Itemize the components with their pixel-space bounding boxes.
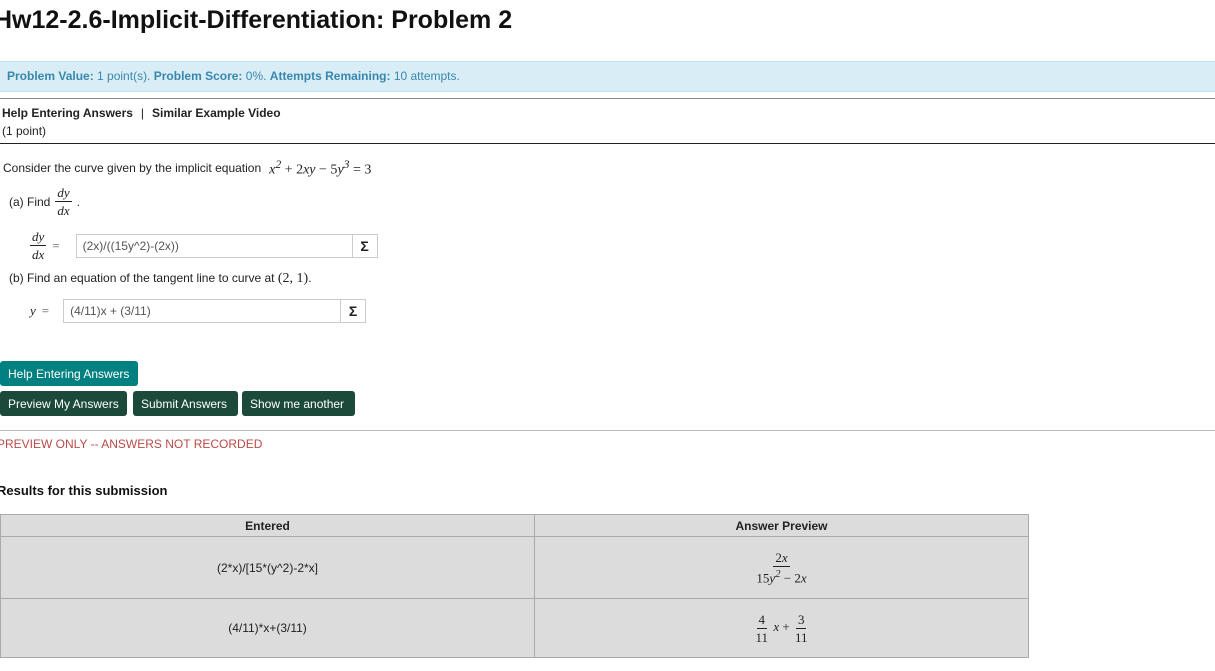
header-answer-preview: Answer Preview	[534, 514, 1029, 537]
submit-answers-button[interactable]: Submit Answers	[133, 391, 238, 416]
divider-problem	[0, 143, 1215, 144]
similar-example-video-link[interactable]: Similar Example Video	[152, 106, 281, 120]
part-a-prompt: (a) Find dy dx.	[9, 186, 80, 217]
header-entered: Entered	[0, 514, 535, 537]
entered-cell: (2*x)/[15*(y^2)-2*x]	[0, 536, 535, 599]
preview-math-b: 4 11 x + 3 11	[755, 611, 808, 645]
answer-preview-cell: 4 11 x + 3 11	[534, 598, 1029, 658]
page-title: Hw12-2.6-Implicit-Differentiation: Probl…	[0, 6, 513, 34]
attempts-remaining-text: 10 attempts.	[390, 69, 460, 83]
help-entering-answers-button[interactable]: Help Entering Answers	[0, 361, 138, 386]
answer-b-label: y =	[30, 303, 50, 318]
preview-only-notice: PREVIEW ONLY -- ANSWERS NOT RECORDED	[0, 437, 263, 451]
problem-info-bar: Problem Value: 1 point(s). Problem Score…	[0, 61, 1215, 92]
tangent-point: (2, 1)	[277, 271, 309, 286]
entered-cell: (4/11)*x+(3/11)	[0, 598, 535, 658]
answer-preview-cell: 2x 15y2 − 2x	[534, 536, 1029, 599]
period: .	[76, 194, 80, 209]
results-table: Entered Answer Preview (2*x)/[15*(y^2)-2…	[0, 514, 1029, 658]
results-heading: Results for this submission	[0, 483, 168, 498]
equation-editor-button-a[interactable]: Σ	[351, 233, 378, 258]
part-a-label: (a) Find	[9, 194, 51, 209]
divider-top	[0, 98, 1215, 99]
help-entering-answers-link[interactable]: Help Entering Answers	[2, 106, 133, 120]
show-another-button[interactable]: Show me another	[242, 391, 355, 416]
table-row: (2*x)/[15*(y^2)-2*x] 2x 15y2 − 2x	[0, 536, 1029, 599]
answer-row-b: y= Σ	[30, 299, 367, 323]
table-row: (4/11)*x+(3/11) 4 11 x + 3 11	[0, 598, 1029, 658]
help-links: Help Entering Answers | Similar Example Vi…	[2, 106, 281, 120]
problem-value-label: Problem Value:	[7, 69, 94, 83]
problem-score-label: Problem Score:	[153, 69, 243, 83]
part-b-text: (b) Find an equation of the tangent line…	[9, 271, 275, 285]
period: .	[308, 271, 312, 285]
attempts-remaining-label: Attempts Remaining:	[269, 69, 391, 83]
answer-row-a: dydx= Σ	[30, 230, 378, 261]
problem-intro: Consider the curve given by the implicit…	[3, 161, 262, 176]
equation-editor-button-b[interactable]: Σ	[340, 299, 367, 323]
answer-b-input[interactable]	[63, 299, 341, 323]
preview-math-a: 2x 15y2 − 2x	[756, 549, 807, 586]
answer-a-label: dy dx =	[30, 229, 60, 262]
problem-score-text: 0%.	[242, 69, 270, 83]
implicit-equation: x2 + 2xy − 5y3 = 3	[269, 158, 372, 178]
link-separator: |	[140, 106, 145, 120]
dy-dx-fraction: dy dx	[55, 185, 72, 218]
problem-statement: Consider the curve given by the implicit…	[3, 158, 371, 179]
results-header-row: Entered Answer Preview	[0, 514, 1029, 537]
problem-value-text: 1 point(s).	[93, 69, 154, 83]
answer-a-input[interactable]	[75, 233, 352, 258]
point-value: (1 point)	[2, 124, 47, 138]
divider-results	[0, 430, 1215, 431]
preview-answers-button[interactable]: Preview My Answers	[0, 391, 127, 416]
part-b-prompt: (b) Find an equation of the tangent line…	[9, 271, 312, 287]
